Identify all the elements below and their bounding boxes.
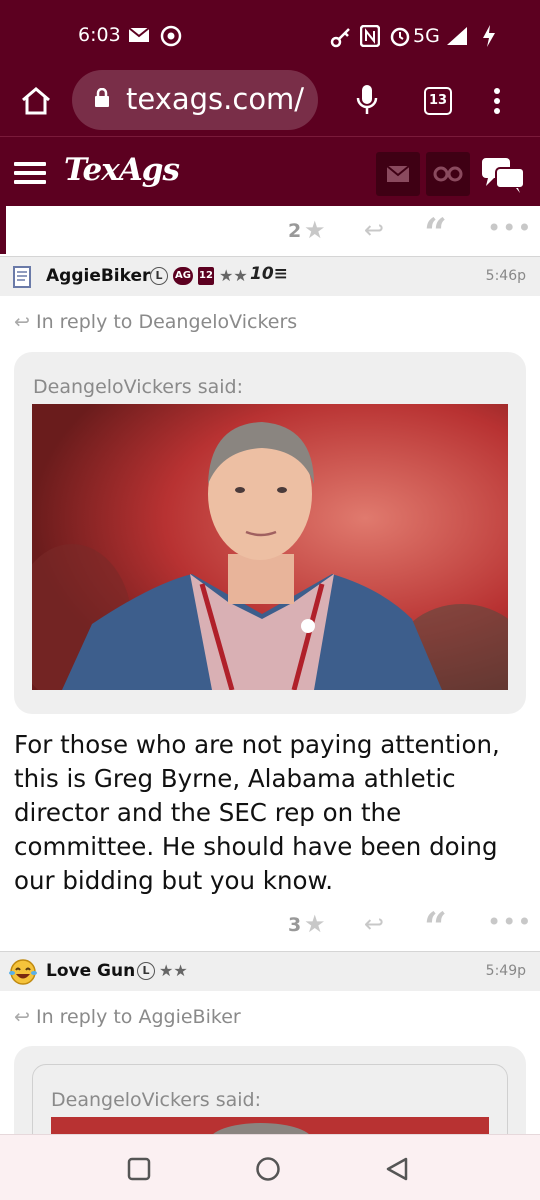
envelope-icon <box>386 165 410 182</box>
watch-button[interactable] <box>426 152 470 196</box>
site-logo[interactable]: TexAgs <box>64 152 180 188</box>
chrome-icon <box>160 25 182 47</box>
battery-charging-icon <box>483 25 495 47</box>
post-actions: 2 ★ ↩ “ ••• <box>0 210 540 257</box>
star-count: 2 <box>288 220 302 242</box>
user-stars: ★★ <box>219 266 248 285</box>
quote-icon[interactable]: “ <box>424 904 447 951</box>
back-nav-icon[interactable] <box>384 1156 410 1182</box>
badge-l: L <box>137 962 155 980</box>
badge-12: 12 <box>198 267 214 285</box>
post-actions: 3 ★ ↩ “ ••• <box>0 904 540 951</box>
tab-count: 13 <box>428 93 448 108</box>
quoted-photo[interactable] <box>32 404 508 690</box>
laughing-emoji-icon <box>9 959 37 985</box>
network-type: 5G <box>413 25 440 47</box>
username[interactable]: AggieBiker <box>46 266 150 286</box>
key-icon <box>330 28 350 48</box>
star-count: 3 <box>288 914 302 936</box>
reply-arrow-icon[interactable]: ↩ <box>364 216 384 244</box>
star-icon[interactable]: ★ <box>304 910 326 938</box>
in-reply-to[interactable]: ↩ In reply to AggieBiker <box>14 1006 241 1028</box>
post-body: For those who are not paying attention, … <box>14 730 500 895</box>
badge-l: L <box>150 267 168 285</box>
more-dots-icon[interactable]: ••• <box>487 908 532 936</box>
badge-ag: AG <box>173 267 193 285</box>
in-reply-to-label: In reply to AggieBiker <box>35 1006 241 1028</box>
post-header: Love Gun L ★★ 5:49p <box>0 951 540 991</box>
lock-icon <box>95 88 109 107</box>
status-time: 6:03 <box>78 24 121 46</box>
reply-arrow-icon: ↩ <box>14 311 36 333</box>
quote-author: DeangeloVickers said: <box>33 376 244 398</box>
signal-icon <box>447 27 467 45</box>
status-bar: 6:03 5G <box>0 0 540 70</box>
badge-10x: 10≡ <box>250 264 288 284</box>
user-avatar-icon <box>13 266 31 288</box>
post-time: 5:49p <box>485 963 526 979</box>
user-stars: ★★ <box>159 961 188 980</box>
more-dots-icon[interactable]: ••• <box>487 214 532 242</box>
post-header: AggieBiker L AG 12 ★★ 10≡ 5:46p <box>0 256 540 296</box>
post-time: 5:46p <box>485 268 526 284</box>
quote-icon[interactable]: “ <box>424 210 447 257</box>
username[interactable]: Love Gun <box>46 961 135 981</box>
binoculars-icon <box>433 166 463 182</box>
chat-bubbles-icon[interactable] <box>480 156 526 194</box>
star-icon[interactable]: ★ <box>304 216 326 244</box>
hamburger-menu-icon[interactable] <box>14 162 46 184</box>
in-reply-to-label: In reply to DeangeloVickers <box>35 311 298 333</box>
messages-button[interactable] <box>376 152 420 196</box>
url-text[interactable]: texags.com/ <box>126 82 304 116</box>
reply-arrow-icon: ↩ <box>14 1006 36 1028</box>
nfc-icon <box>360 25 380 47</box>
quote-author: DeangeloVickers said: <box>51 1089 262 1111</box>
recent-apps-icon[interactable] <box>127 1157 151 1181</box>
in-reply-to[interactable]: ↩ In reply to DeangeloVickers <box>14 311 297 333</box>
reply-arrow-icon[interactable]: ↩ <box>364 910 384 938</box>
home-icon[interactable] <box>20 86 52 116</box>
system-nav-bar <box>0 1134 540 1200</box>
alarm-icon <box>390 27 410 47</box>
mail-icon <box>128 27 150 42</box>
tab-switcher-button[interactable]: 13 <box>424 87 452 115</box>
browser-menu-icon[interactable] <box>492 86 502 116</box>
microphone-icon[interactable] <box>356 84 378 116</box>
home-nav-icon[interactable] <box>255 1156 281 1182</box>
photo-image <box>32 404 508 690</box>
